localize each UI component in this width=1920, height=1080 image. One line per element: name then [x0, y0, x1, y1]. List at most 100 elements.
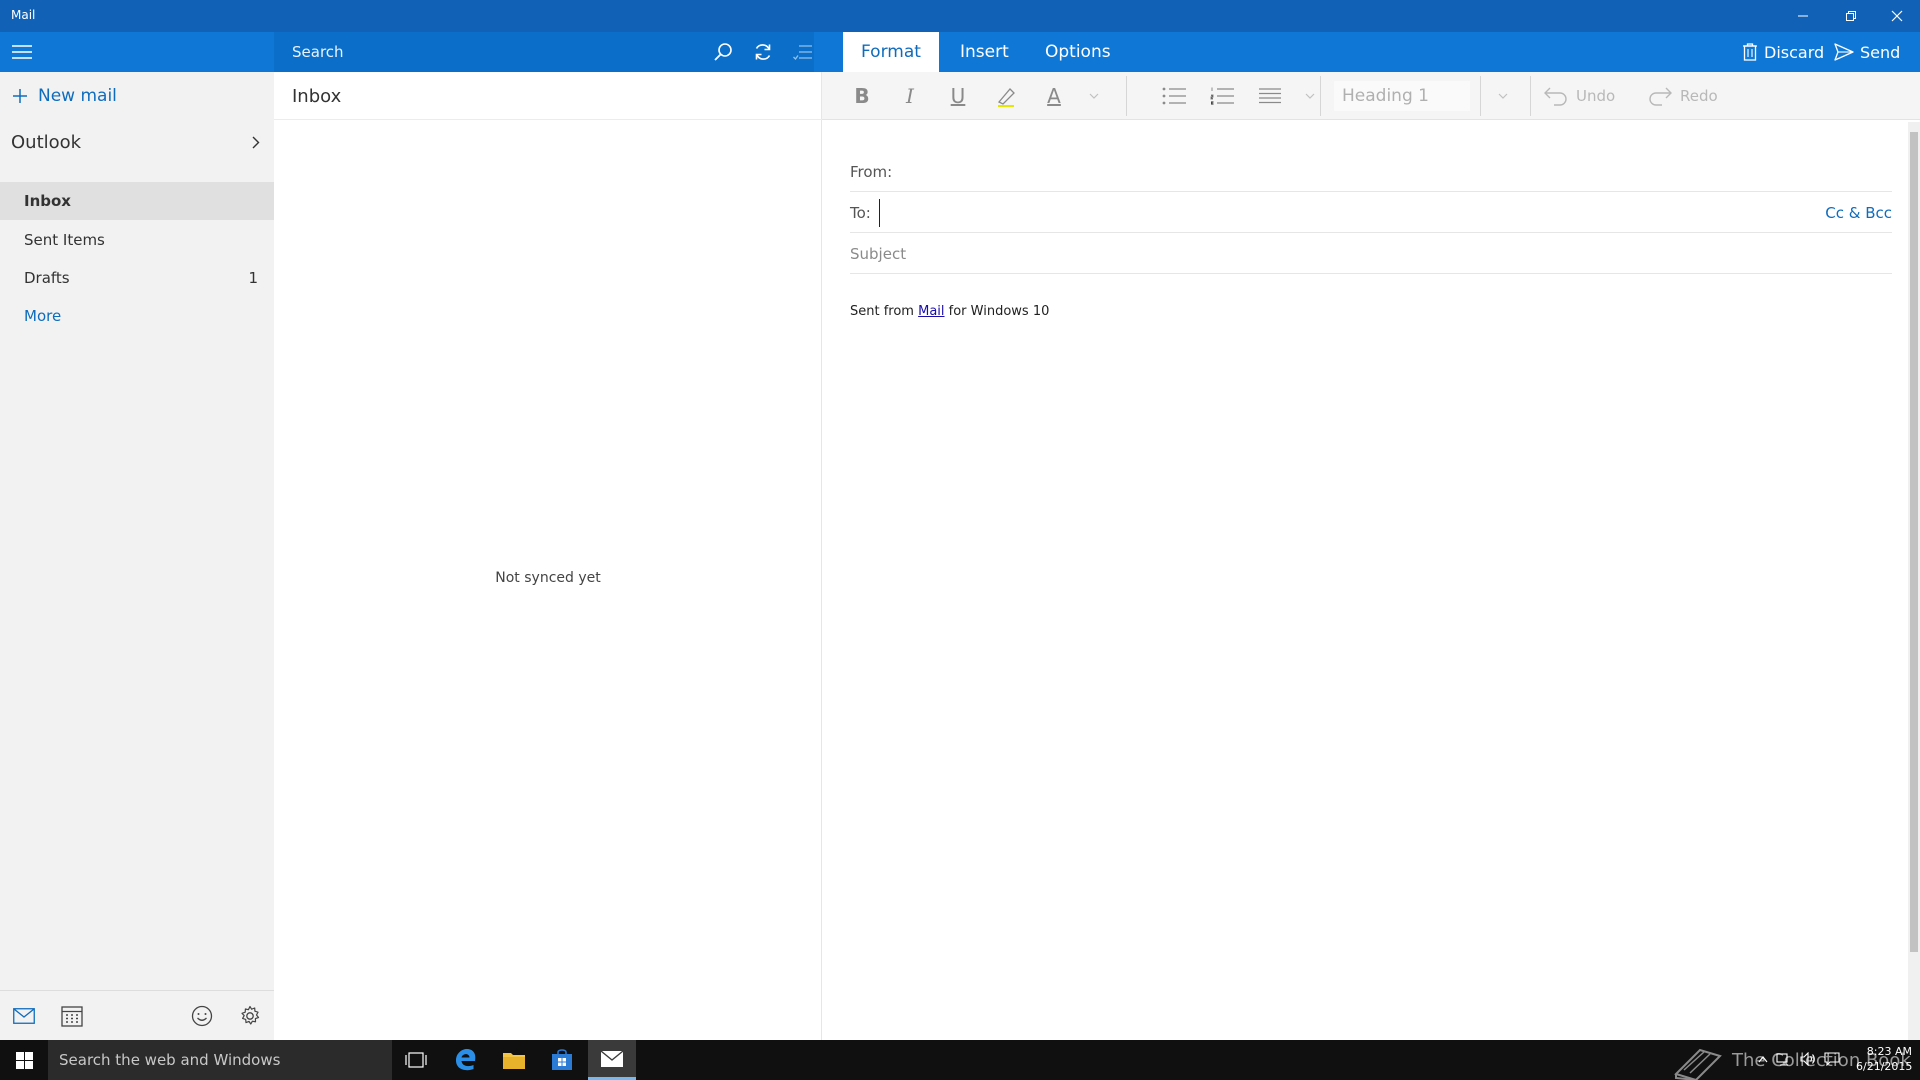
search-icon — [714, 43, 732, 61]
task-view-button[interactable] — [392, 1040, 440, 1080]
account-name: Outlook — [11, 131, 82, 153]
redo-button[interactable]: Redo — [1648, 72, 1718, 120]
hamburger-icon — [12, 45, 32, 59]
chevron-up-icon[interactable] — [1758, 1055, 1768, 1063]
folder-icon — [503, 1053, 525, 1069]
to-label: To: — [850, 203, 871, 222]
style-dropdown-button[interactable] — [1484, 72, 1522, 120]
underline-button[interactable]: U — [934, 72, 982, 120]
signature-text-start: Sent from — [850, 304, 919, 319]
settings-button[interactable] — [226, 991, 274, 1041]
italic-button[interactable]: I — [886, 72, 934, 120]
folder-inbox[interactable]: Inbox — [0, 182, 274, 220]
paragraph-align-button[interactable] — [1246, 72, 1294, 120]
more-folders-link[interactable]: More — [0, 297, 274, 335]
undo-button[interactable]: Undo — [1544, 72, 1615, 120]
account-selector[interactable]: Outlook — [0, 124, 274, 160]
chevron-down-icon — [1498, 93, 1508, 99]
edge-button[interactable] — [442, 1040, 490, 1080]
minimize-button[interactable] — [1780, 0, 1826, 32]
bullets-button[interactable] — [1150, 72, 1198, 120]
taskbar-search-box[interactable]: Search the web and Windows — [48, 1040, 392, 1080]
smiley-icon — [191, 1005, 213, 1027]
font-options-dropdown[interactable] — [1076, 72, 1112, 120]
minimize-icon — [1798, 15, 1808, 17]
to-field[interactable] — [878, 198, 1826, 227]
send-icon — [1834, 43, 1854, 61]
sync-button[interactable] — [743, 32, 783, 72]
feedback-button[interactable] — [178, 991, 226, 1041]
numbering-button[interactable] — [1198, 72, 1246, 120]
title-bar: Mail — [0, 0, 1920, 32]
volume-icon[interactable] — [1800, 1052, 1816, 1066]
start-button[interactable] — [0, 1040, 48, 1080]
align-icon — [1259, 88, 1281, 104]
search-button[interactable] — [703, 32, 743, 72]
paragraph-options-dropdown[interactable] — [1292, 72, 1328, 120]
subject-row — [850, 234, 1892, 274]
plus-icon — [13, 89, 27, 103]
store-bag-icon — [552, 1049, 572, 1070]
tab-options[interactable]: Options — [1027, 32, 1129, 72]
restore-button[interactable] — [1828, 0, 1874, 32]
tab-insert[interactable]: Insert — [942, 32, 1027, 72]
redo-label: Redo — [1680, 87, 1718, 105]
folder-sent-items[interactable]: Sent Items — [0, 221, 274, 259]
book-logo-icon — [1674, 1048, 1722, 1080]
chevron-right-icon — [252, 136, 260, 148]
bold-button[interactable]: B — [838, 72, 886, 120]
tab-format[interactable]: Format — [843, 32, 939, 72]
hamburger-menu-button[interactable] — [0, 32, 44, 72]
compose-scrollbar[interactable] — [1908, 122, 1920, 1040]
new-mail-button[interactable]: New mail — [12, 84, 117, 108]
from-label: From: — [850, 162, 893, 181]
toolbar-divider — [1530, 76, 1531, 116]
search-input[interactable] — [292, 32, 692, 72]
redo-icon — [1649, 87, 1672, 106]
folder-count: 1 — [248, 269, 258, 287]
mail-switch-button[interactable] — [0, 991, 48, 1041]
notifications-icon[interactable] — [1824, 1052, 1840, 1066]
cc-bcc-link[interactable]: Cc & Bcc — [1825, 204, 1892, 222]
subject-field[interactable] — [850, 238, 1892, 269]
from-row[interactable]: From: — [850, 152, 1892, 192]
message-list: Inbox Not synced yet — [274, 72, 822, 1040]
style-select[interactable]: Heading 1 — [1334, 81, 1470, 111]
highlight-button[interactable] — [982, 72, 1030, 120]
mail-icon — [601, 1050, 623, 1067]
send-button[interactable]: Send — [1834, 32, 1900, 72]
command-bar: Format Insert Options Discard Send — [0, 32, 1920, 72]
format-toolbar: B I U A Heading 1 Undo Redo — [822, 72, 1920, 120]
calendar-switch-button[interactable] — [48, 991, 96, 1041]
taskbar: Search the web and Windows The Collectio… — [0, 1040, 1920, 1080]
app-switcher-bar — [0, 990, 274, 1040]
to-row: To: Cc & Bcc — [850, 193, 1892, 233]
undo-label: Undo — [1576, 87, 1616, 105]
mail-app-button[interactable] — [588, 1040, 636, 1080]
clock[interactable]: 8:23 AM 6/21/2015 — [1856, 1044, 1912, 1074]
folder-drafts[interactable]: Drafts 1 — [0, 259, 274, 297]
store-button[interactable] — [538, 1040, 586, 1080]
toolbar-divider — [1126, 76, 1127, 116]
close-button[interactable] — [1874, 0, 1920, 32]
checklist-icon — [793, 45, 812, 61]
scrollbar-thumb[interactable] — [1910, 132, 1918, 952]
undo-icon — [1544, 87, 1567, 106]
mail-link[interactable]: Mail — [918, 304, 944, 319]
clock-date: 6/21/2015 — [1856, 1060, 1913, 1073]
empty-state-text: Not synced yet — [495, 570, 601, 586]
selection-mode-button[interactable] — [783, 32, 823, 72]
folder-label: Drafts — [24, 269, 70, 287]
trash-icon — [1743, 43, 1757, 61]
network-icon[interactable] — [1776, 1052, 1792, 1066]
discard-button[interactable]: Discard — [1742, 32, 1824, 72]
clock-time: 8:23 AM — [1866, 1045, 1912, 1058]
compose-pane: B I U A Heading 1 Undo Redo From: To: Cc… — [822, 72, 1920, 1040]
more-label: More — [24, 307, 62, 325]
font-color-button[interactable]: A — [1030, 72, 1078, 120]
send-label: Send — [1860, 42, 1901, 62]
chevron-down-icon — [1305, 93, 1315, 99]
folder-label: Inbox — [24, 192, 71, 210]
file-explorer-button[interactable] — [490, 1040, 538, 1080]
email-signature[interactable]: Sent from Mail for Windows 10 — [850, 304, 1049, 319]
